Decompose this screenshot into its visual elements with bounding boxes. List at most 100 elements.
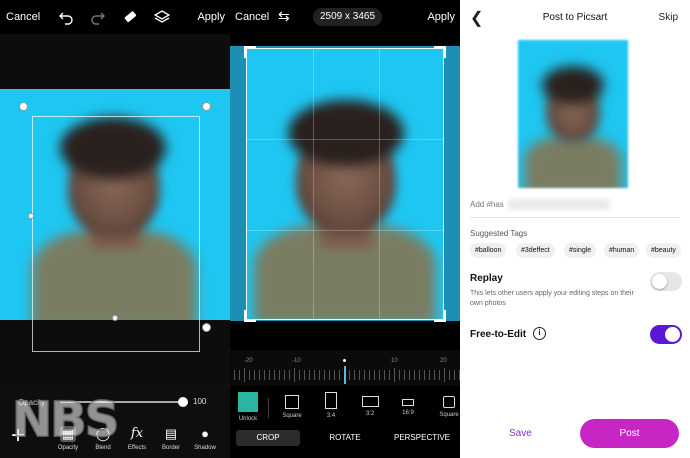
- ratio-3-4[interactable]: 3:4: [316, 392, 346, 419]
- replay-toggle-knob: [652, 274, 667, 289]
- tool-border[interactable]: ▤ Border: [154, 426, 188, 451]
- ruler-tick: [304, 370, 305, 380]
- ruler-tick: [429, 370, 430, 380]
- tool-border-label: Border: [161, 445, 180, 451]
- crop-corner-tr[interactable]: [434, 46, 446, 58]
- redo-icon[interactable]: [90, 9, 106, 25]
- watermark-logo: NBS: [11, 391, 120, 449]
- bottom-handle[interactable]: [112, 315, 118, 321]
- ruler-tick: [399, 370, 400, 380]
- tab-rotate[interactable]: ROTATE: [315, 430, 375, 446]
- ruler-tick: [374, 370, 375, 380]
- ruler-tick: [394, 368, 395, 382]
- ratio-label: Square: [439, 412, 459, 418]
- crop-apply-button[interactable]: Apply: [427, 11, 455, 23]
- skip-button[interactable]: Skip: [659, 12, 678, 23]
- replay-toggle[interactable]: [650, 272, 682, 291]
- post-button[interactable]: Post: [580, 419, 679, 448]
- ruler-tick: [354, 370, 355, 380]
- layers-icon[interactable]: [153, 9, 171, 25]
- tag-chip[interactable]: #single: [564, 243, 597, 258]
- opacity-value: 100: [193, 397, 207, 406]
- ratio-3-2[interactable]: 3:2: [355, 392, 385, 417]
- ruler-indicator: [344, 366, 346, 384]
- free-to-edit-toggle[interactable]: [650, 325, 682, 344]
- fx-icon: fx: [130, 426, 144, 441]
- grid-line: [313, 49, 314, 319]
- tab-perspective[interactable]: PERSPECTIVE: [390, 430, 454, 446]
- tag-chip[interactable]: #human: [604, 243, 640, 258]
- ruler-tick: [339, 370, 340, 380]
- ruler-tick: [264, 370, 265, 380]
- crop-topbar: Cancel ⇆ 2509 x 3465 Apply: [230, 0, 460, 34]
- replay-description: This lets other users apply your editing…: [470, 290, 634, 307]
- ruler-number: 10: [391, 358, 398, 364]
- shadow-icon: ●: [201, 426, 209, 441]
- info-icon[interactable]: i: [533, 327, 546, 340]
- ruler-tick: [389, 370, 390, 380]
- ratio-unlock[interactable]: Unlock: [233, 392, 263, 422]
- ruler-tick: [259, 370, 260, 380]
- cancel-button[interactable]: Cancel: [6, 11, 40, 23]
- ruler-tick: [254, 370, 255, 380]
- tab-crop[interactable]: CROP: [236, 430, 300, 446]
- border-icon: ▤: [164, 426, 178, 441]
- tag-chip[interactable]: #beauty: [646, 243, 681, 258]
- square-ratio-icon: [285, 395, 299, 409]
- ruler-tick: [249, 370, 250, 380]
- ratio-16-9[interactable]: 16:9: [393, 392, 423, 416]
- side-handle[interactable]: [28, 213, 34, 219]
- ruler-tick: [434, 370, 435, 380]
- ruler-tick: [289, 370, 290, 380]
- ruler-tick: [349, 370, 350, 380]
- tag-chip[interactable]: #3deffect: [516, 243, 555, 258]
- thumbnail-photo: [518, 40, 628, 188]
- ruler-tick: [269, 370, 270, 380]
- crop-corner-tl[interactable]: [244, 46, 256, 58]
- eraser-icon[interactable]: [122, 9, 138, 25]
- instagram-icon: [443, 396, 455, 408]
- ruler-tick: [369, 370, 370, 380]
- delete-handle[interactable]: [19, 102, 28, 111]
- ratio-instagram-square[interactable]: Square: [434, 392, 460, 418]
- ratio-label: 16:9: [402, 410, 414, 416]
- hashtag-input[interactable]: Add #has: [470, 200, 504, 209]
- post-thumbnail: [518, 40, 628, 188]
- undo-icon[interactable]: [58, 9, 74, 25]
- scale-handle[interactable]: [202, 323, 211, 332]
- thumb-hair: [542, 66, 604, 104]
- ruler-tick: [364, 370, 365, 380]
- ratio-label: 3:2: [365, 411, 375, 417]
- ruler-tick: [239, 370, 240, 380]
- ratio-square[interactable]: Square: [277, 392, 307, 419]
- ruler-number: -20: [244, 358, 253, 364]
- apply-button[interactable]: Apply: [197, 11, 225, 23]
- grid-line: [379, 49, 380, 319]
- tool-effects[interactable]: fx Effects: [120, 426, 154, 451]
- editor-topbar: Cancel Apply: [0, 0, 230, 34]
- opacity-slider-knob[interactable]: [178, 397, 188, 407]
- tool-shadow[interactable]: ● Shadow: [188, 426, 222, 451]
- crop-frame[interactable]: [246, 48, 444, 320]
- tag-chip[interactable]: #balloon: [470, 243, 507, 258]
- crop-corner-bl[interactable]: [244, 310, 256, 322]
- save-button[interactable]: Save: [509, 428, 532, 439]
- crop-corner-br[interactable]: [434, 310, 446, 322]
- free-to-edit-title: Free-to-Edit: [470, 329, 527, 340]
- aspect-ratio-bar: Unlock Square 3:4 3:2 16:9 Square: [230, 390, 460, 428]
- editor-canvas[interactable]: [0, 34, 230, 384]
- ruler-tick: [279, 370, 280, 380]
- ruler-tick: [404, 370, 405, 380]
- ruler-number: 20: [440, 358, 447, 364]
- ratio-label: 3:4: [326, 413, 336, 419]
- divider: [470, 217, 680, 218]
- swap-orientation-icon[interactable]: ⇆: [278, 8, 290, 25]
- hashtag-input-blurred: [508, 199, 610, 210]
- tool-effects-label: Effects: [127, 445, 147, 451]
- crop-cancel-button[interactable]: Cancel: [235, 11, 269, 23]
- ratio-divider: [268, 398, 269, 418]
- rotation-ruler[interactable]: -20 -10 10 20: [230, 350, 460, 386]
- ruler-tick: [359, 370, 360, 380]
- suggested-tags-label: Suggested Tags: [470, 229, 528, 238]
- rotate-handle[interactable]: [202, 102, 211, 111]
